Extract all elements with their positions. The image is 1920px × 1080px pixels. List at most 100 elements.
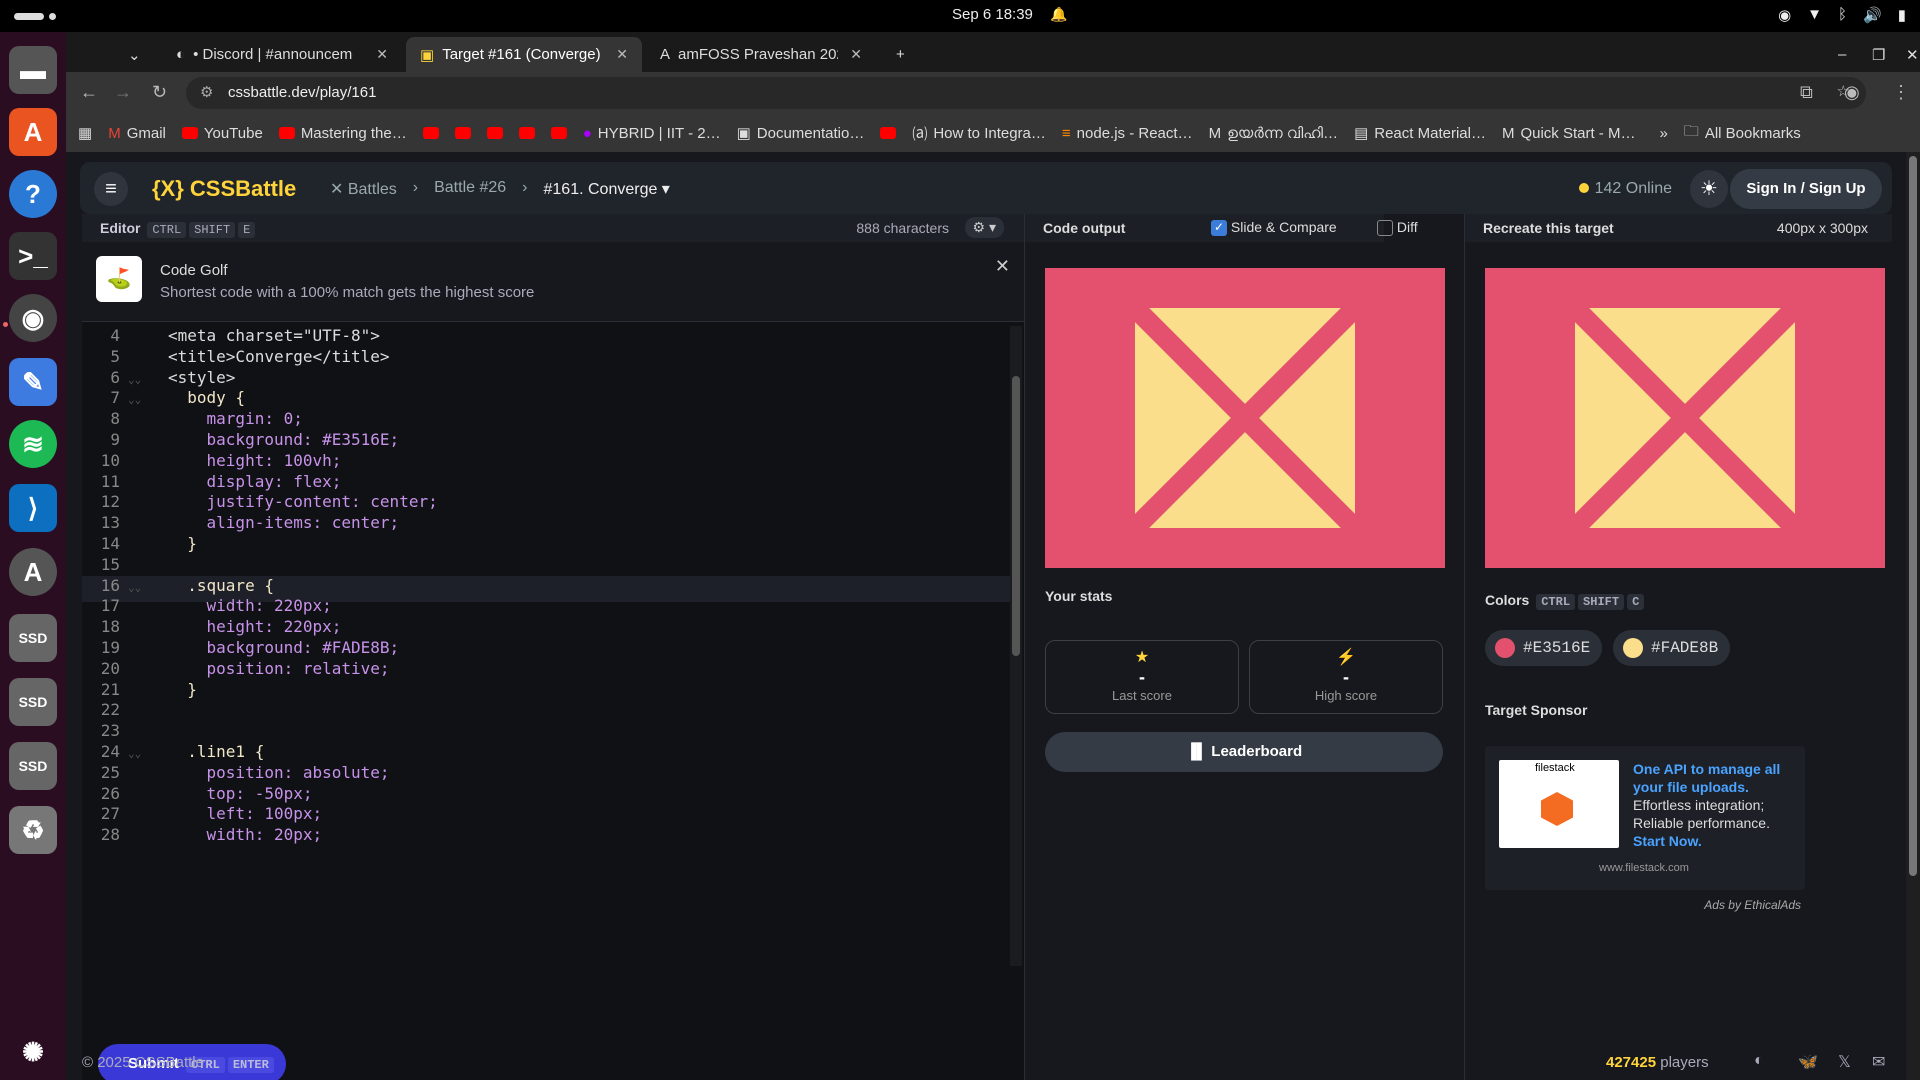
activities-indicator[interactable] (14, 13, 44, 20)
bookmark-gmail[interactable]: M Gmail (108, 125, 166, 142)
close-icon[interactable]: ✕ (995, 256, 1010, 277)
system-tray[interactable]: ◉ ▼ ᛒ 🔊 ▮ (1778, 6, 1906, 24)
bookmark-yt[interactable] (486, 127, 503, 139)
leaderboard-button[interactable]: ▐▌ Leaderboard (1045, 732, 1443, 772)
settings-gear-icon[interactable]: ⚙ ▾ (964, 217, 1004, 238)
site-logo[interactable]: {X} CSSBattle (152, 176, 296, 202)
bookmark-yt[interactable] (550, 127, 567, 139)
ad-headline[interactable]: One API to manage all your file uploads. (1633, 761, 1780, 795)
help-icon[interactable]: ? (9, 170, 57, 218)
signin-button[interactable]: Sign In / Sign Up (1730, 169, 1882, 209)
bookmarks-overflow[interactable]: » (1659, 125, 1667, 142)
spotify-icon[interactable]: ≋ (9, 420, 57, 468)
menu-kebab-icon[interactable]: ⋮ (1892, 82, 1910, 103)
fold-icon[interactable]: ⌄⌄ (128, 373, 141, 386)
theme-toggle-icon[interactable]: ☀ (1690, 170, 1728, 208)
code-editor[interactable]: 4 <meta charset="UTF-8"> 5 <title>Converge<… (82, 326, 1012, 966)
output-canvas[interactable] (1045, 268, 1445, 568)
battery-icon: ▮ (1897, 7, 1906, 24)
code-line[interactable]: 28 width: 20px; (82, 825, 1012, 851)
bookmark-label: Gmail (126, 124, 166, 142)
tab-discord[interactable]: ◐ • Discord | #announceme ✕ (162, 37, 402, 72)
fold-icon[interactable]: ⌄⌄ (128, 747, 141, 760)
youtube-icon (518, 127, 535, 139)
tab-search-button[interactable]: ⌄ (114, 37, 148, 72)
checkbox-icon[interactable] (1377, 220, 1393, 237)
hamburger-icon[interactable]: ≡ (94, 172, 128, 206)
bookmark-quickstart[interactable]: M Quick Start - M… (1502, 125, 1636, 142)
checkbox-checked-icon[interactable]: ✓ (1211, 220, 1227, 237)
sponsor-ad[interactable]: filestack One API to manage all your fil… (1485, 746, 1805, 890)
tab-cssbattle[interactable]: ▣ Target #161 (Converge) - ✕ (406, 37, 642, 72)
ad-cta[interactable]: Start Now. (1633, 833, 1702, 849)
color-swatch[interactable]: #FADE8B (1613, 630, 1731, 666)
site-info-icon[interactable]: ⚙ (200, 83, 213, 101)
close-icon[interactable]: ✕ (616, 46, 628, 63)
window-close-icon[interactable]: ✕ (1892, 37, 1920, 72)
online-count: 142 Online (1578, 180, 1672, 198)
forward-icon[interactable]: → (114, 82, 132, 103)
online-dot-icon (1578, 183, 1589, 193)
minimize-icon[interactable]: – (1824, 37, 1860, 72)
app-center-icon[interactable]: A (9, 108, 57, 156)
ssd-drive-icon[interactable]: SSD (9, 678, 57, 726)
apps-grid-icon[interactable]: ▦ (78, 124, 92, 142)
terminal-icon[interactable]: >_ (9, 232, 57, 280)
target-canvas[interactable] (1485, 268, 1885, 568)
fold-icon[interactable]: ⌄⌄ (128, 581, 141, 594)
diff-toggle[interactable]: Diff (1377, 219, 1418, 237)
editor-scrollbar[interactable] (1010, 326, 1022, 966)
code-text: <meta charset="UTF-8"> (168, 326, 380, 345)
slide-compare-toggle[interactable]: ✓ Slide & Compare (1211, 219, 1337, 237)
bookmark-youtube[interactable]: YouTube (181, 125, 263, 142)
crumb-battles[interactable]: ✕ Battles (330, 179, 397, 199)
bookmark-mastering[interactable]: Mastering the… (278, 125, 407, 142)
clock[interactable]: Sep 6 18:39 (952, 6, 1033, 23)
tab-amfoss[interactable]: A amFOSS Praveshan 2025 ✕ (646, 37, 876, 72)
so-icon: ≡ (1061, 124, 1071, 142)
extensions-icon[interactable]: ⧉ (1800, 82, 1813, 103)
crumb-target[interactable]: #161. Converge ▾ (544, 179, 670, 199)
mail-icon[interactable]: ✉ (1872, 1052, 1885, 1072)
line-number: 4 (110, 326, 120, 345)
crumb-battle[interactable]: Battle #26 (434, 179, 506, 199)
bookmark-hybrid[interactable]: ● HYBRID | IIT - 2… (583, 125, 721, 142)
bookmark-nodejs[interactable]: ≡ node.js - React… (1062, 125, 1193, 142)
back-icon[interactable]: ← (80, 82, 98, 103)
bookmark-yt[interactable] (880, 127, 897, 139)
reload-icon[interactable]: ↻ (152, 82, 167, 103)
vscode-icon[interactable]: ⟩ (9, 484, 57, 532)
bookmark-react-material[interactable]: ▤ React Material… (1354, 124, 1486, 143)
close-icon[interactable]: ✕ (850, 46, 862, 63)
bluesky-icon[interactable]: 🦋 (1798, 1052, 1818, 1072)
all-bookmarks[interactable]: 🗀 All Bookmarks (1684, 121, 1801, 146)
page-scrollbar[interactable] (1906, 152, 1920, 1080)
close-icon[interactable]: ✕ (376, 46, 388, 63)
ssd-drive-icon[interactable]: SSD (9, 614, 57, 662)
line-number: 14 (100, 534, 120, 553)
bookmark-integrate[interactable]: ⒜ How to Integra… (912, 123, 1046, 144)
bookmark-malayalam[interactable]: M ഉയർന്ന വിഹി… (1209, 125, 1339, 142)
url-input[interactable]: ⚙ cssbattle.dev/play/161 ☆ (186, 77, 1866, 109)
bookmark-docs[interactable]: ▣ Documentatio… (737, 124, 865, 143)
x-icon[interactable]: 𝕏 (1838, 1052, 1851, 1072)
show-apps-icon[interactable]: ✺ (9, 1028, 57, 1076)
scrollbar-thumb[interactable] (1909, 156, 1917, 876)
volume-icon: 🔊 (1863, 7, 1882, 24)
trash-icon[interactable]: ♻ (9, 806, 57, 854)
color-swatch[interactable]: #E3516E (1485, 630, 1603, 666)
profile-icon[interactable]: ◉ (1844, 82, 1860, 103)
bookmark-yt[interactable] (422, 127, 439, 139)
chrome-icon[interactable]: ◉ (9, 294, 57, 342)
files-icon[interactable]: ▬ (9, 46, 57, 94)
ssd-drive-icon[interactable]: SSD (9, 742, 57, 790)
fold-icon[interactable]: ⌄⌄ (128, 393, 141, 406)
updater-icon[interactable]: A (9, 548, 57, 596)
bookmark-yt[interactable] (454, 127, 471, 139)
bookmark-yt[interactable] (518, 127, 535, 139)
scrollbar-thumb[interactable] (1012, 376, 1020, 656)
ads-by[interactable]: Ads by EthicalAds (1681, 898, 1801, 912)
discord-icon[interactable]: ◐ (1754, 1052, 1764, 1070)
new-tab-button[interactable]: + (882, 37, 919, 72)
text-editor-icon[interactable]: ✎ (9, 358, 57, 406)
